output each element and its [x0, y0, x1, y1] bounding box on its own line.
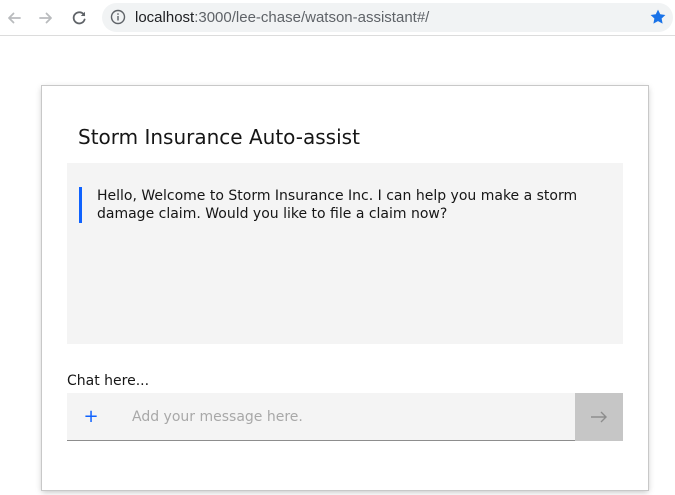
back-button[interactable] — [3, 7, 25, 29]
send-arrow-icon — [591, 411, 607, 423]
bot-message: Hello, Welcome to Storm Insurance Inc. I… — [79, 187, 609, 223]
chat-label: Chat here... — [67, 373, 150, 389]
assistant-title: Storm Insurance Auto-assist — [78, 125, 360, 149]
add-attachment-button[interactable]: + — [67, 393, 115, 440]
reload-icon — [72, 11, 86, 25]
url-text[interactable]: localhost:3000/lee-chase/watson-assistan… — [135, 9, 429, 26]
chat-history: Hello, Welcome to Storm Insurance Inc. I… — [67, 163, 623, 344]
assistant-card: Storm Insurance Auto-assist Hello, Welco… — [42, 86, 648, 490]
star-icon[interactable] — [649, 8, 667, 26]
message-input[interactable] — [122, 393, 572, 440]
reload-button[interactable] — [68, 7, 90, 29]
url-host: localhost — [135, 9, 195, 26]
info-icon[interactable] — [110, 9, 126, 25]
send-button[interactable] — [575, 393, 623, 441]
url-path: :3000/lee-chase/watson-assistant#/ — [194, 9, 430, 26]
address-bar[interactable]: localhost:3000/lee-chase/watson-assistan… — [102, 3, 673, 32]
arrow-right-icon — [39, 12, 52, 24]
message-input-row: + — [67, 393, 623, 441]
forward-button[interactable] — [35, 7, 57, 29]
browser-toolbar: localhost:3000/lee-chase/watson-assistan… — [0, 0, 675, 36]
arrow-left-icon — [8, 12, 21, 24]
